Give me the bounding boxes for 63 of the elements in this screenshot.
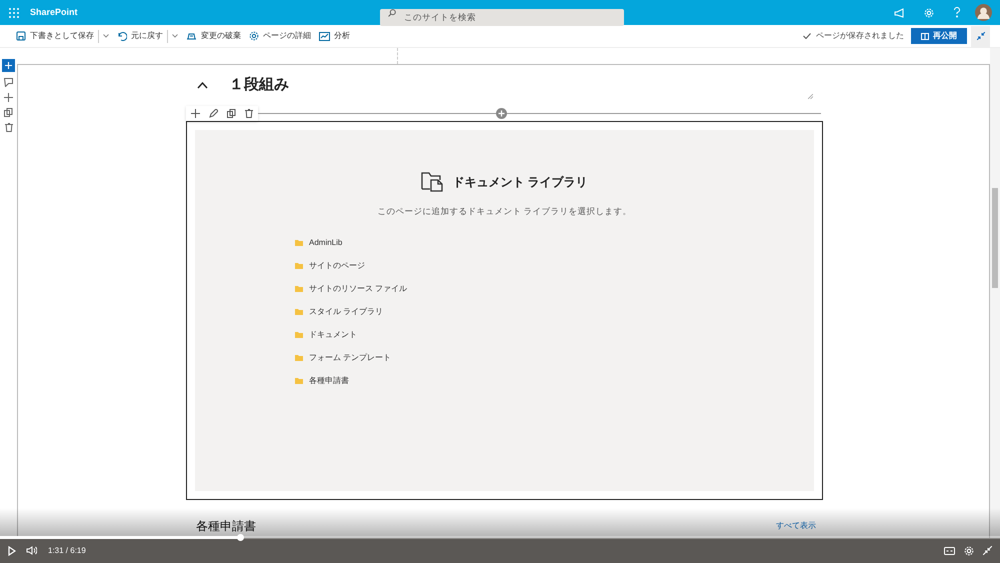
dropdown-button[interactable] [103, 34, 109, 38]
save-icon [16, 31, 26, 41]
captions-icon[interactable] [944, 546, 955, 554]
section-title: １段組み [229, 74, 289, 95]
library-item[interactable]: ドキュメント [295, 328, 408, 343]
folder-icon [295, 332, 303, 338]
command-button[interactable]: 分析 [319, 30, 350, 42]
volume-icon[interactable] [26, 546, 37, 555]
republish-button[interactable]: 再公開 [911, 28, 967, 44]
play-icon[interactable] [8, 546, 16, 556]
edit-icon[interactable] [209, 108, 218, 118]
undo-icon [117, 31, 127, 41]
settings-icon[interactable] [964, 546, 974, 556]
delete-icon[interactable] [245, 108, 253, 118]
chart-icon [319, 32, 330, 40]
add-section-icon[interactable] [496, 108, 507, 118]
copy-icon[interactable] [4, 108, 13, 117]
library-item[interactable]: AdminLib [295, 236, 408, 251]
help-icon[interactable] [953, 7, 961, 18]
copy-icon[interactable] [227, 108, 236, 118]
see-all-link[interactable]: すべて表示 [776, 520, 816, 532]
library-item[interactable]: サイトのページ [295, 258, 408, 274]
dropdown-button[interactable] [172, 34, 178, 38]
book-icon [921, 32, 929, 40]
library-item[interactable]: フォーム テンプレート [295, 350, 408, 366]
seek-handle[interactable] [237, 534, 244, 541]
chevron-down-icon [172, 34, 178, 38]
folder-icon [295, 355, 303, 362]
app-launcher-icon[interactable] [9, 8, 19, 18]
command-button[interactable]: 変更の破棄 [186, 30, 241, 42]
discard-icon [186, 31, 197, 41]
library-item[interactable]: 各種申請書 [295, 374, 408, 389]
section-title: 各種申請書 [196, 519, 256, 533]
library-icon [421, 171, 444, 192]
folder-icon [295, 263, 303, 270]
avatar-icon[interactable] [975, 4, 992, 21]
folder-icon [295, 378, 303, 384]
folder-icon [295, 309, 303, 316]
comment-icon[interactable] [4, 78, 13, 87]
megaphone-icon[interactable] [894, 8, 905, 18]
gear-icon [249, 31, 259, 41]
chevron-up-icon [196, 82, 208, 88]
command-button[interactable]: ページの詳細 [249, 30, 311, 42]
web-part-description: このページに追加するドキュメント ライブラリを選択します。 [377, 205, 632, 218]
save-status: ページが保存されました [816, 30, 904, 42]
chevron-down-icon [103, 34, 109, 38]
command-button[interactable]: 元に戻す [117, 30, 163, 42]
search-icon [388, 8, 396, 16]
delete-icon[interactable] [4, 123, 12, 132]
folder-icon [295, 286, 303, 292]
library-item[interactable]: スタイル ライブラリ [295, 304, 408, 320]
checkmark-icon [803, 33, 811, 39]
folder-icon [295, 240, 303, 246]
command-button[interactable]: 下書きとして保存 [16, 30, 94, 42]
video-time: 1:31 / 6:19 [48, 544, 86, 556]
collapse-icon [976, 32, 984, 40]
exit-fullscreen-icon[interactable] [983, 546, 992, 555]
library-item[interactable]: サイトのリソース ファイル [295, 282, 408, 297]
add-button[interactable] [2, 59, 15, 72]
web-part-title: ドキュメント ライブラリ [452, 174, 588, 190]
resize-icon [808, 94, 813, 99]
search-field[interactable]: このサイトを検索 [380, 8, 624, 26]
plus-icon [5, 62, 12, 69]
